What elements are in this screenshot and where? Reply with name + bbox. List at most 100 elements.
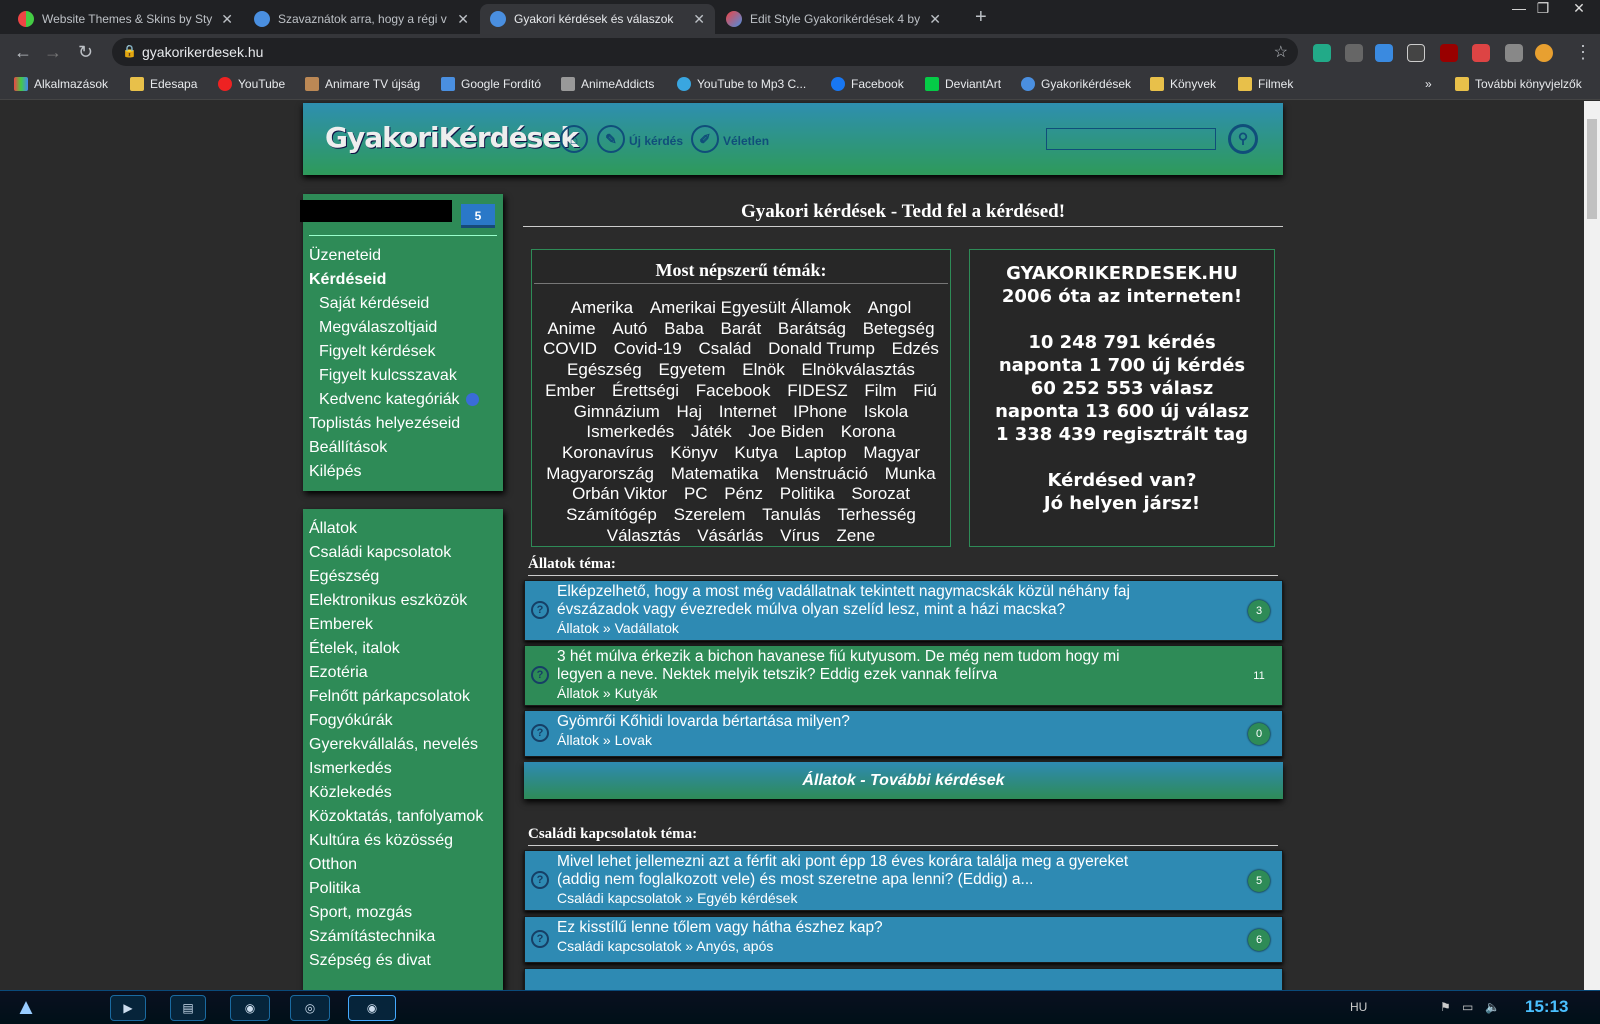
category-link[interactable]: Sport, mozgás xyxy=(309,901,483,925)
popular-topic-link[interactable]: Érettségi xyxy=(612,381,679,400)
category-link[interactable]: Otthon xyxy=(309,853,483,877)
popular-topic-link[interactable]: Elnök xyxy=(742,360,785,379)
popular-topic-link[interactable]: Szerelem xyxy=(674,505,746,524)
category-link[interactable]: Számítástechnika xyxy=(309,925,483,949)
pencil-icon[interactable]: ✎ xyxy=(597,125,625,153)
category-link[interactable]: Közoktatás, tanfolyamok xyxy=(309,805,483,829)
back-arrow-icon[interactable]: ← xyxy=(14,42,32,63)
question-item[interactable]: ? Ez kisstílű lenne tőlem vagy hátha ész… xyxy=(524,916,1283,963)
popular-topic-link[interactable]: Játék xyxy=(691,422,732,441)
popular-topic-link[interactable]: Iskola xyxy=(864,402,908,421)
popular-topic-link[interactable]: Korona xyxy=(841,422,896,441)
bookmark-folder[interactable]: Filmek xyxy=(1238,77,1293,91)
popular-topic-link[interactable]: Donald Trump xyxy=(768,339,875,358)
question-item[interactable]: ? 3 hét múlva érkezik a bichon havanese … xyxy=(524,645,1283,706)
bookmark-folder[interactable]: Edesapa xyxy=(130,77,197,91)
category-link[interactable]: Elektronikus eszközök xyxy=(309,589,483,613)
popular-topic-link[interactable]: Internet xyxy=(719,402,777,421)
question-item[interactable] xyxy=(524,968,1283,990)
volume-icon[interactable]: 🔈 xyxy=(1485,1000,1500,1014)
bookmark-gyakorikerdesek[interactable]: Gyakorikérdések xyxy=(1021,77,1131,91)
category-link[interactable]: Kultúra és közösség xyxy=(309,829,483,853)
browser-tab[interactable]: Edit Style Gyakorikérdések 4 by ✕ xyxy=(716,4,951,34)
forward-arrow-icon[interactable]: → xyxy=(44,42,62,63)
popular-topic-link[interactable]: Facebook xyxy=(696,381,771,400)
popular-topic-link[interactable]: Fiú xyxy=(913,381,937,400)
popular-topic-link[interactable]: Egészség xyxy=(567,360,642,379)
close-tab-icon[interactable]: ✕ xyxy=(221,11,233,28)
popular-topic-link[interactable]: Baba xyxy=(664,319,704,338)
question-item[interactable]: ? Elképzelhető, hogy a most még vadállat… xyxy=(524,580,1283,641)
question-item[interactable]: ? Mivel lehet jellemezni azt a férfit ak… xyxy=(524,850,1283,911)
category-link[interactable]: Emberek xyxy=(309,613,483,637)
browser-tab[interactable]: Szavaznátok arra, hogy a régi v ✕ xyxy=(244,4,479,34)
category-link[interactable]: Családi kapcsolatok xyxy=(309,541,483,565)
popular-topic-link[interactable]: Sorozat xyxy=(851,484,910,503)
popular-topic-link[interactable]: Pénz xyxy=(724,484,763,503)
random-link[interactable]: Véletlen xyxy=(723,134,769,148)
scrollbar-thumb[interactable] xyxy=(1587,119,1597,219)
language-indicator[interactable]: HU xyxy=(1350,1000,1367,1014)
more-questions-button[interactable]: Állatok - További kérdések xyxy=(524,762,1283,799)
user-menu-item[interactable]: Saját kérdéseid xyxy=(309,292,479,316)
category-link[interactable]: Fogyókúrák xyxy=(309,709,483,733)
popular-topic-link[interactable]: Elnökválasztás xyxy=(802,360,915,379)
ublock-icon[interactable] xyxy=(1440,44,1458,62)
question-category[interactable]: Állatok » Kutyák xyxy=(557,684,1167,702)
popular-topic-link[interactable]: Számítógép xyxy=(566,505,657,524)
game-app-icon[interactable]: ◉ xyxy=(230,995,270,1021)
start-button[interactable]: ▲ xyxy=(8,995,44,1021)
user-menu-item[interactable]: Kérdéseid xyxy=(309,268,479,292)
user-menu-item[interactable]: Üzeneteid xyxy=(309,244,479,268)
popular-topic-link[interactable]: Egyetem xyxy=(658,360,725,379)
extension-check-icon[interactable] xyxy=(1313,44,1331,62)
popular-topic-link[interactable]: Barátság xyxy=(778,319,846,338)
popular-topic-link[interactable]: PC xyxy=(684,484,708,503)
popular-topic-link[interactable]: Betegség xyxy=(863,319,935,338)
menu-dots-icon[interactable]: ⋮ xyxy=(1574,42,1592,63)
popular-topic-link[interactable]: Amerika xyxy=(571,298,633,317)
bookmark-translate[interactable]: Google Fordító xyxy=(441,77,541,91)
user-menu-item[interactable]: Kedvenc kategóriák xyxy=(309,388,479,412)
search-icon[interactable]: ⚲ xyxy=(1228,124,1258,154)
popular-topic-link[interactable]: Zene xyxy=(836,526,875,545)
user-menu-item[interactable]: Beállítások xyxy=(309,436,479,460)
new-tab-button[interactable]: + xyxy=(975,6,987,29)
category-link[interactable]: Állatok xyxy=(309,517,483,541)
popular-topic-link[interactable]: Vírus xyxy=(780,526,820,545)
popular-topic-link[interactable]: Ember xyxy=(545,381,595,400)
network-icon[interactable]: ▭ xyxy=(1462,1000,1473,1014)
popular-topic-link[interactable]: Vásárlás xyxy=(697,526,763,545)
category-link[interactable]: Politika xyxy=(309,877,483,901)
question-text[interactable]: Gyömrői Kőhidi lovarda bértartása milyen… xyxy=(557,713,1167,731)
media-player-icon[interactable]: ▶ xyxy=(110,995,146,1021)
notification-badge[interactable]: 5 xyxy=(461,204,495,228)
popular-topic-link[interactable]: Politika xyxy=(780,484,835,503)
category-link[interactable]: Ismerkedés xyxy=(309,757,483,781)
clock[interactable]: 15:13 xyxy=(1525,997,1568,1017)
close-window-button[interactable]: ✕ xyxy=(1568,0,1590,17)
browser-tab-active[interactable]: Gyakori kérdések és válaszok ✕ xyxy=(480,4,715,34)
close-tab-icon[interactable]: ✕ xyxy=(693,11,705,28)
bookmark-animeaddicts[interactable]: AnimeAddicts xyxy=(561,77,654,91)
popular-topic-link[interactable]: Munka xyxy=(885,464,936,483)
popular-topic-link[interactable]: Haj xyxy=(677,402,703,421)
bookmark-folder[interactable]: Könyvek xyxy=(1150,77,1216,91)
other-bookmarks[interactable]: További könyvjelzők xyxy=(1455,77,1582,91)
url-bar[interactable]: 🔒 gyakorikerdesek.hu ☆ xyxy=(112,38,1298,66)
bookmark-animare[interactable]: Animare TV újság xyxy=(305,77,420,91)
download-helper-icon[interactable] xyxy=(1345,44,1363,62)
popular-topic-link[interactable]: Könyv xyxy=(670,443,717,462)
bookmark-youtube[interactable]: YouTube xyxy=(218,77,285,91)
bookmark-apps[interactable]: Alkalmazások xyxy=(14,77,108,91)
file-explorer-icon[interactable]: ▤ xyxy=(170,995,206,1021)
popular-topic-link[interactable]: Film xyxy=(864,381,896,400)
popular-topic-link[interactable]: IPhone xyxy=(793,402,847,421)
popular-topic-link[interactable]: Koronavírus xyxy=(562,443,654,462)
restore-button[interactable]: ❐ xyxy=(1532,0,1554,17)
bookmark-star-icon[interactable]: ☆ xyxy=(1274,42,1288,62)
popular-topic-link[interactable]: Kutya xyxy=(734,443,777,462)
stylish-extension-icon[interactable] xyxy=(1472,44,1490,62)
popular-topic-link[interactable]: Magyar xyxy=(863,443,920,462)
popular-topic-link[interactable]: Választás xyxy=(607,526,681,545)
